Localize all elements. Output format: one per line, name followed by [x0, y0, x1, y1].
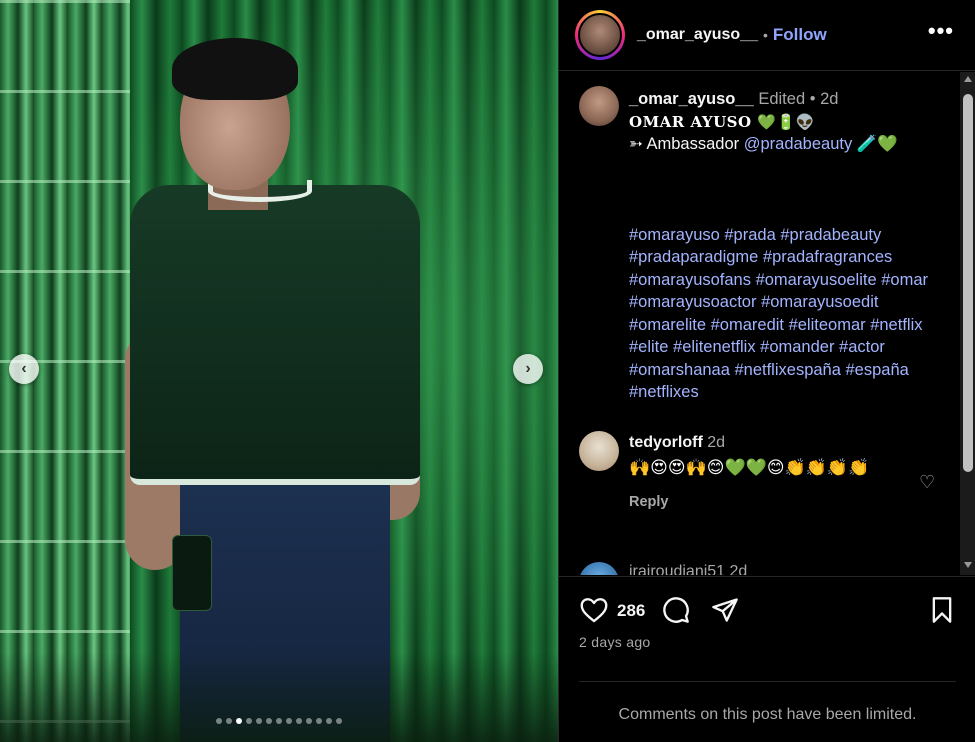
comment-like-icon[interactable]: ♡: [919, 472, 935, 493]
follow-button[interactable]: Follow: [773, 25, 827, 45]
perfume-bottle: [172, 535, 212, 611]
caption-ambassador-line: ➳ Ambassador @pradabeauty 🧪💚: [629, 133, 939, 156]
author-username-link[interactable]: _omar_ayuso__: [637, 26, 758, 44]
carousel-dot: [286, 718, 292, 724]
post-actions: 286 2 days ago Comments on this post hav…: [559, 576, 975, 742]
reply-button[interactable]: Reply: [629, 491, 929, 514]
carousel-dots: [0, 718, 558, 724]
subject-shirt: [130, 185, 420, 485]
caption-ambassador-prefix: ➳ Ambassador: [629, 135, 744, 153]
scrollbar[interactable]: [960, 72, 975, 575]
caption-username-link[interactable]: _omar_ayuso__: [629, 90, 754, 108]
post-timestamp[interactable]: 2 days ago: [579, 634, 651, 650]
subject-hair: [172, 38, 298, 100]
divider: [579, 681, 956, 682]
commenter-avatar[interactable]: [579, 562, 619, 575]
comment-item: tedyorloff 2d 🙌😍😍🙌😊💚💚😊👏👏👏👏 Reply: [629, 432, 929, 513]
caption-title: OMAR AYUSO 💚🔋👽: [629, 112, 815, 131]
carousel-dot: [256, 718, 262, 724]
carousel-dot: [326, 718, 332, 724]
carousel-dot: [336, 718, 342, 724]
comments-limited-notice: Comments on this post have been limited.: [618, 706, 917, 723]
commenter-username-link[interactable]: tedyorloff: [629, 434, 703, 451]
like-heart-icon[interactable]: [579, 595, 609, 625]
carousel-dot: [246, 718, 252, 724]
scrollbar-thumb[interactable]: [963, 94, 973, 472]
caption-author-avatar[interactable]: [579, 86, 619, 126]
comment-time: 2d: [729, 563, 748, 575]
carousel-dot: [296, 718, 302, 724]
post-side-panel: _omar_ayuso__ • Follow ••• _omar_ayuso__…: [558, 0, 975, 742]
comments-scroll-area[interactable]: _omar_ayuso__ Edited • 2d OMAR AYUSO 💚🔋👽…: [559, 72, 975, 575]
carousel-dot: [306, 718, 312, 724]
floor-shadow: [0, 652, 558, 742]
scroll-up-arrow-icon[interactable]: [964, 76, 972, 82]
save-bookmark-icon[interactable]: [927, 595, 957, 625]
commenter-username-link[interactable]: irairoudiani51: [629, 563, 725, 575]
author-avatar[interactable]: [575, 10, 625, 60]
comment-time: 2d: [707, 434, 726, 451]
previous-slide-button[interactable]: ‹: [9, 354, 39, 384]
commenter-avatar[interactable]: [579, 431, 619, 471]
comment-text: 🙌😍😍🙌😊💚💚😊👏👏👏👏: [629, 457, 870, 477]
caption-hashtags[interactable]: #omarayuso #prada #pradabeauty #pradapar…: [629, 224, 929, 404]
post-caption: _omar_ayuso__ Edited • 2d OMAR AYUSO 💚🔋👽…: [629, 88, 939, 404]
caption-meta: Edited • 2d: [753, 90, 839, 108]
post-header: _omar_ayuso__ • Follow •••: [559, 0, 975, 71]
scroll-down-arrow-icon[interactable]: [964, 562, 972, 568]
carousel-dot-active: [236, 718, 242, 724]
carousel-dot: [266, 718, 272, 724]
header-separator: •: [762, 27, 768, 43]
post-media[interactable]: ‹ ›: [0, 0, 558, 742]
carousel-dot: [276, 718, 282, 724]
comment-item: irairoudiani51 2d: [629, 563, 747, 575]
comment-bubble-icon[interactable]: [661, 595, 691, 625]
more-options-icon[interactable]: •••: [928, 18, 954, 44]
author-avatar-image: [578, 13, 622, 57]
next-slide-button[interactable]: ›: [513, 354, 543, 384]
photo-subject: [120, 20, 440, 742]
share-paper-plane-icon[interactable]: [710, 595, 740, 625]
mention-link[interactable]: @pradabeauty: [744, 135, 853, 153]
carousel-dot: [316, 718, 322, 724]
like-count[interactable]: 286: [617, 601, 645, 621]
carousel-dot: [216, 718, 222, 724]
carousel-dot: [226, 718, 232, 724]
caption-ambassador-suffix: 🧪💚: [852, 135, 898, 153]
